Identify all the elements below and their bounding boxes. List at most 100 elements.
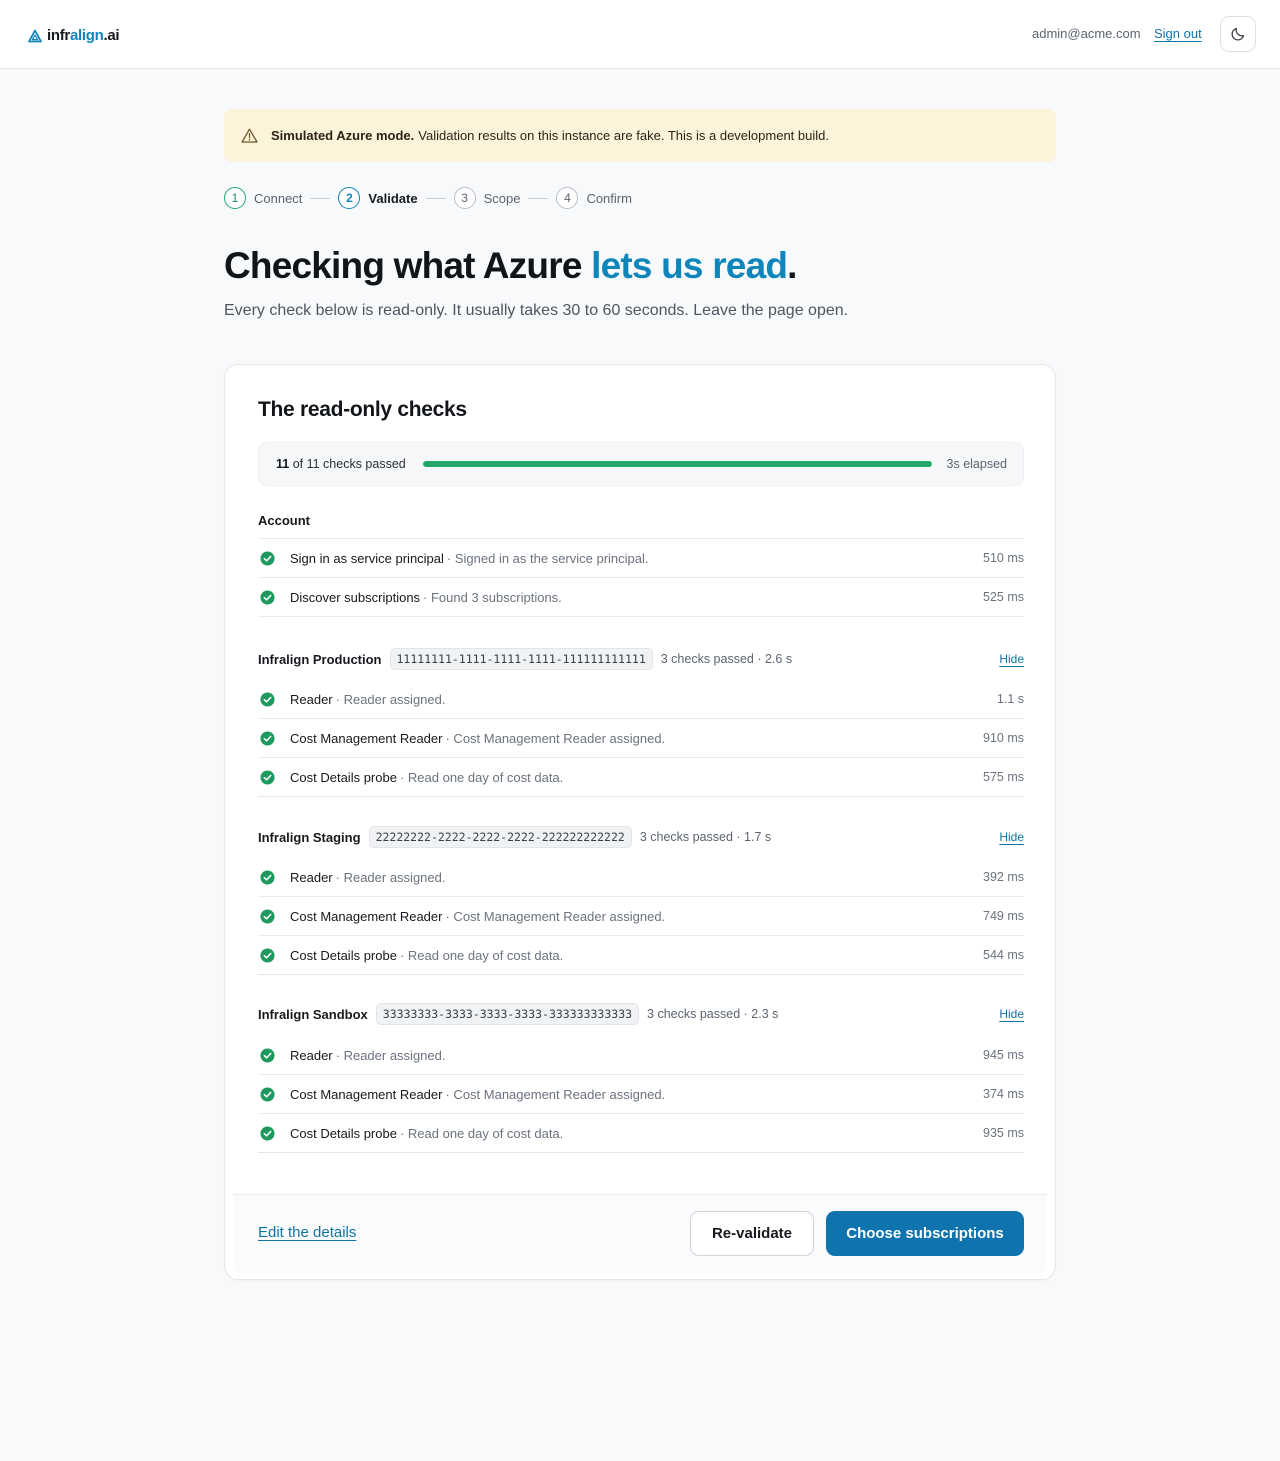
brand-logo[interactable]: infralign.ai: [28, 27, 120, 45]
check-circle-icon: [260, 769, 275, 785]
check-row: Reader · Reader assigned. 945 ms: [258, 1036, 1024, 1075]
subscription-summary: 3 checks passed · 2.3 s: [647, 1007, 779, 1021]
passed-count: 11: [276, 457, 290, 471]
banner-text: Validation results on this instance are …: [418, 128, 829, 143]
check-duration: 749 ms: [983, 909, 1024, 923]
step-scope: 3 Scope: [453, 187, 521, 209]
sandbox-checks-list: Reader · Reader assigned. 945 ms Cost Ma…: [258, 1036, 1024, 1153]
step-divider: [528, 197, 549, 199]
check-description: · Signed in as the service principal.: [446, 550, 649, 566]
check-row: Cost Details probe · Read one day of cos…: [258, 1114, 1024, 1153]
check-name: Cost Management Reader: [290, 730, 443, 746]
check-duration: 510 ms: [983, 551, 1024, 565]
wizard-stepper: 1 Connect 2 Validate 3 Scope 4 Confirm: [224, 187, 632, 209]
hide-subscription-link[interactable]: Hide: [999, 652, 1024, 666]
check-description: · Read one day of cost data.: [399, 769, 564, 785]
progress-bar: [423, 461, 932, 467]
progress-bar-fill: [423, 461, 932, 467]
step-confirm: 4 Confirm: [556, 187, 632, 209]
check-circle-icon: [260, 947, 275, 963]
check-name: Cost Details probe: [290, 1125, 397, 1141]
check-circle-icon: [260, 550, 275, 566]
subscription-id: 33333333-3333-3333-3333-333333333333: [375, 1003, 640, 1025]
check-duration: 525 ms: [983, 590, 1024, 604]
check-description: · Reader assigned.: [335, 869, 446, 885]
logo-triangle-icon: [28, 29, 42, 43]
check-name: Reader: [290, 1047, 333, 1063]
check-duration: 392 ms: [983, 870, 1024, 884]
subscription-header-production: Infralign Production 11111111-1111-1111-1…: [258, 648, 1024, 672]
choose-subscriptions-button[interactable]: Choose subscriptions: [826, 1211, 1024, 1256]
card-footer: Edit the details Re-validate Choose subs…: [233, 1194, 1047, 1273]
user-email: admin@acme.com: [1032, 26, 1141, 41]
step-label: Scope: [483, 190, 521, 206]
subscription-name: Infralign Staging: [258, 829, 361, 845]
theme-toggle-button[interactable]: [1220, 16, 1256, 52]
step-number: 1: [224, 187, 246, 209]
check-row: Cost Management Reader · Cost Management…: [258, 719, 1024, 758]
simulated-mode-banner: Simulated Azure mode. Validation results…: [224, 109, 1056, 162]
check-duration: 935 ms: [983, 1126, 1024, 1140]
brand-name-part-1: infr: [47, 27, 70, 44]
check-duration: 910 ms: [983, 731, 1024, 745]
check-name: Reader: [290, 691, 333, 707]
step-label: Confirm: [586, 190, 632, 206]
hide-subscription-link[interactable]: Hide: [999, 1007, 1024, 1021]
page-subtitle: Every check below is read-only. It usual…: [224, 302, 849, 319]
subscription-name: Infralign Sandbox: [258, 1006, 368, 1022]
revalidate-button[interactable]: Re-validate: [690, 1211, 814, 1256]
check-name: Sign in as service principal: [290, 550, 444, 566]
page-title: Checking what Azure lets us read.: [224, 245, 797, 287]
staging-checks-list: Reader · Reader assigned. 392 ms Cost Ma…: [258, 858, 1024, 975]
check-duration: 544 ms: [983, 948, 1024, 962]
check-description: · Cost Management Reader assigned.: [445, 1086, 666, 1102]
check-row: Cost Details probe · Read one day of cos…: [258, 758, 1024, 797]
check-row: Reader · Reader assigned. 1.1 s: [258, 680, 1024, 719]
check-circle-icon: [260, 908, 275, 924]
check-circle-icon: [260, 1047, 275, 1063]
check-circle-icon: [260, 589, 275, 605]
page-title-accent: lets us read: [591, 245, 788, 286]
check-row: Reader · Reader assigned. 392 ms: [258, 858, 1024, 897]
hide-subscription-link[interactable]: Hide: [999, 830, 1024, 844]
step-label: Connect: [254, 190, 303, 206]
step-number: 2: [338, 187, 361, 209]
check-name: Discover subscriptions: [290, 589, 421, 605]
step-divider: [310, 197, 331, 199]
check-row: Cost Details probe · Read one day of cos…: [258, 936, 1024, 975]
page-title-end: .: [787, 245, 797, 286]
step-number: 3: [453, 187, 476, 209]
progress-label: 11 of 11 checks passed: [276, 457, 406, 471]
check-name: Cost Details probe: [290, 947, 397, 963]
subscription-id: 22222222-2222-2222-2222-222222222222: [368, 826, 632, 848]
check-description: · Found 3 subscriptions.: [423, 589, 562, 605]
check-row: Discover subscriptions · Found 3 subscri…: [258, 578, 1024, 617]
subscription-summary: 3 checks passed · 2.6 s: [660, 652, 793, 666]
warning-icon: [241, 128, 258, 143]
check-duration: 1.1 s: [996, 692, 1024, 706]
moon-icon: [1231, 27, 1245, 41]
step-validate: 2 Validate: [338, 187, 418, 209]
section-title: Account: [258, 513, 310, 529]
check-circle-icon: [260, 1125, 275, 1141]
step-number: 4: [556, 187, 579, 209]
elapsed-time: 3s elapsed: [946, 457, 1007, 471]
step-label: Validate: [368, 190, 418, 206]
check-row: Sign in as service principal · Signed in…: [258, 539, 1024, 578]
check-description: · Cost Management Reader assigned.: [445, 908, 666, 924]
check-row: Cost Management Reader · Cost Management…: [258, 1075, 1024, 1114]
check-row: Cost Management Reader · Cost Management…: [258, 897, 1024, 936]
sign-out-link[interactable]: Sign out: [1154, 26, 1202, 41]
banner-title: Simulated Azure mode.: [271, 128, 415, 143]
check-duration: 575 ms: [983, 770, 1024, 784]
check-circle-icon: [260, 730, 275, 746]
card-title: The read-only checks: [258, 398, 467, 421]
check-description: · Reader assigned.: [335, 691, 446, 707]
check-description: · Reader assigned.: [335, 1047, 446, 1063]
step-connect[interactable]: 1 Connect: [224, 187, 302, 209]
check-name: Cost Management Reader: [290, 908, 443, 924]
check-description: · Cost Management Reader assigned.: [445, 730, 666, 746]
edit-details-link[interactable]: Edit the details: [258, 1224, 356, 1241]
progress-summary: 11 of 11 checks passed 3s elapsed: [258, 442, 1024, 486]
subscription-name: Infralign Production: [258, 651, 382, 667]
